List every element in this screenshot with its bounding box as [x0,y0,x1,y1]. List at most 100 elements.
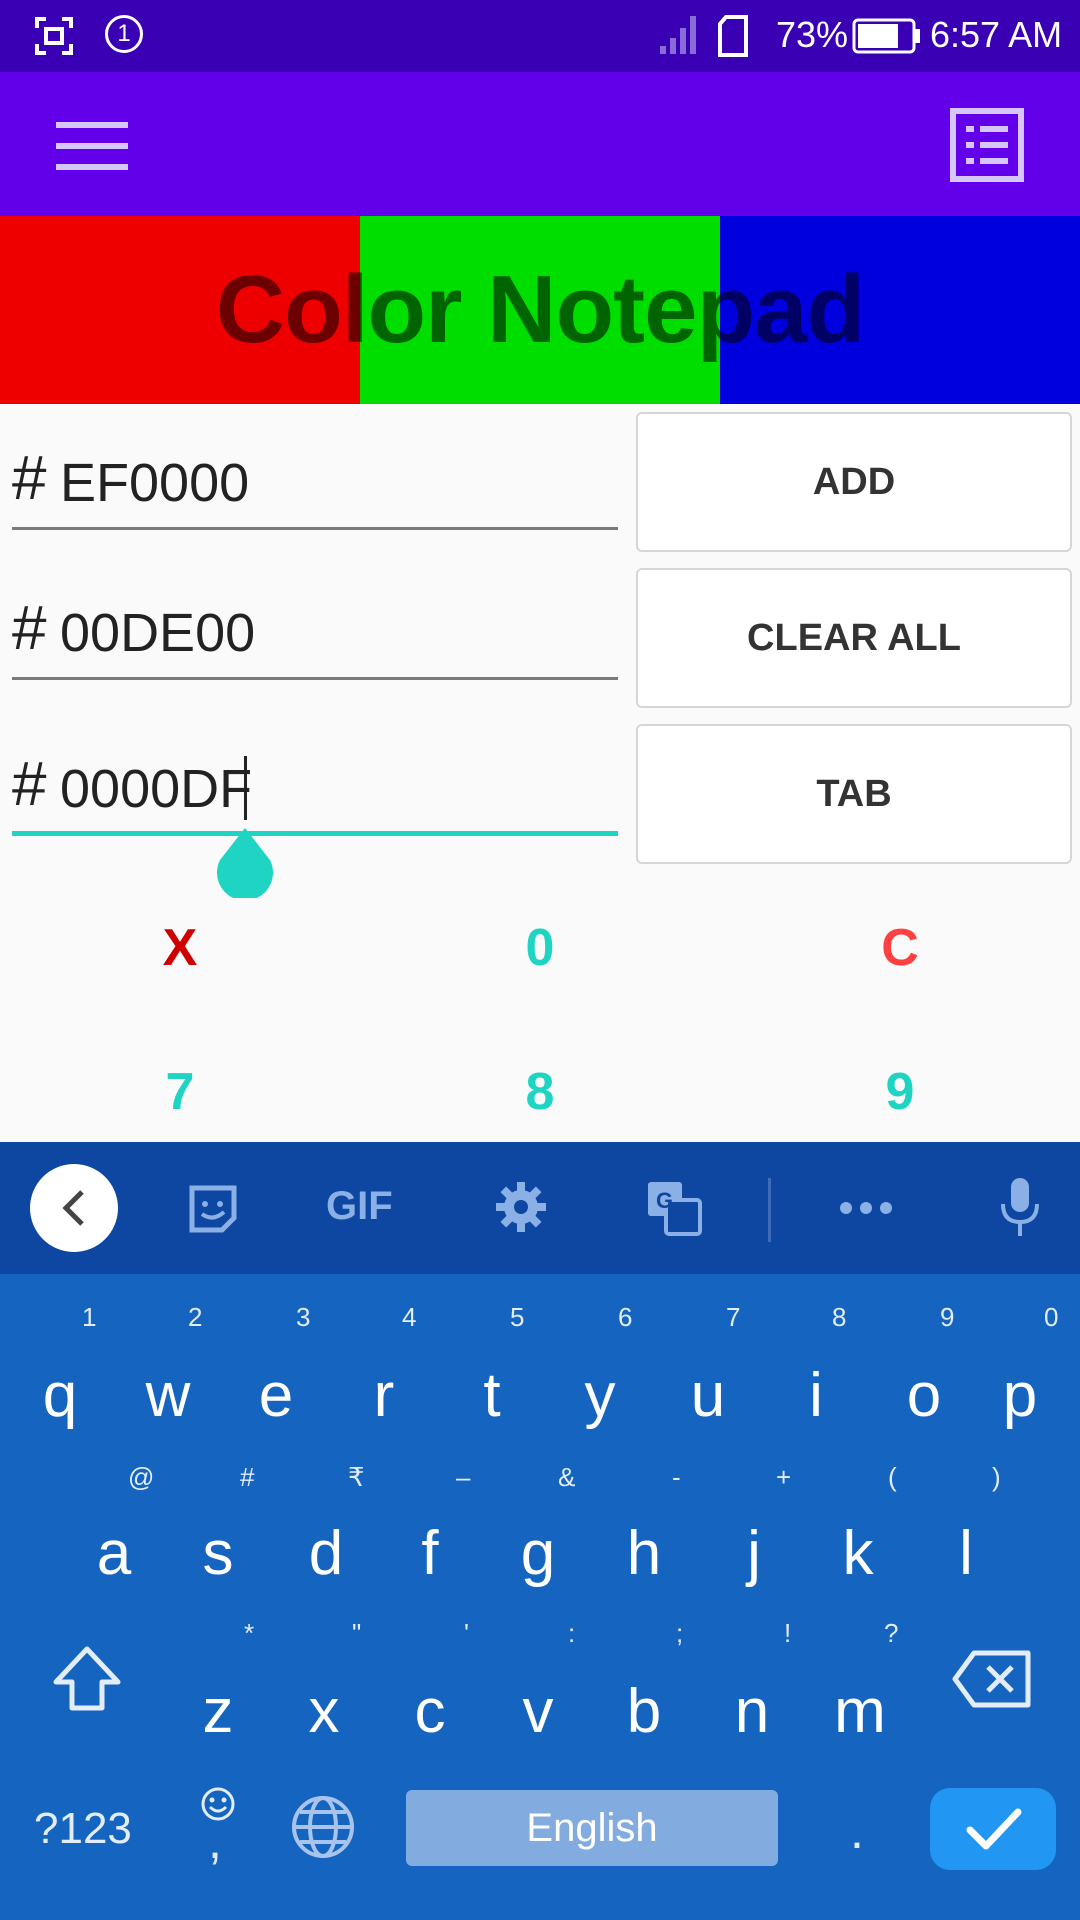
comma-key[interactable]: , [208,1812,222,1870]
key-b[interactable]: b [590,1676,698,1747]
key-h[interactable]: h [590,1518,698,1589]
key-u[interactable]: u [654,1360,762,1431]
hash-prefix: # [12,444,47,513]
red-hex-value: EF0000 [60,453,250,513]
key-k[interactable]: k [804,1518,912,1589]
battery-percent: 73% [776,14,849,55]
screenshot-icon [35,17,73,55]
key-i[interactable]: i [762,1360,870,1431]
translate-icon[interactable]: G [646,1180,702,1236]
spacebar[interactable]: English [406,1790,778,1866]
keypad-0-button[interactable]: 0 [360,918,720,978]
app-title: Color Notepad [215,256,865,363]
key-j[interactable]: j [700,1518,808,1589]
hint-2: 2 [188,1302,203,1332]
hint-question: ? [884,1618,899,1648]
hint-7: 7 [726,1302,741,1332]
key-n[interactable]: n [698,1676,806,1747]
tab-button[interactable]: TAB [636,724,1072,864]
keypad-x-button[interactable]: X [0,918,360,978]
toolbar-divider [768,1178,771,1242]
hash-prefix: # [12,594,47,663]
shift-key-icon[interactable] [50,1644,124,1714]
blue-hex-field[interactable]: # 0000DF [12,746,618,836]
hint-asterisk: * [244,1618,255,1648]
enter-button[interactable] [930,1788,1056,1870]
red-hex-field[interactable]: # EF0000 [12,440,618,530]
period-key[interactable]: . [850,1802,864,1860]
green-hex-field[interactable]: # 00DE00 [12,590,618,680]
key-r[interactable]: r [330,1360,438,1431]
hamburger-menu-icon[interactable] [54,120,130,172]
checkmark-icon [966,1808,1022,1850]
key-e[interactable]: e [222,1360,330,1431]
hint-rupee: ₹ [348,1462,365,1492]
key-f[interactable]: f [376,1518,484,1589]
hint-at: @ [128,1462,155,1492]
hint-exclamation: ! [784,1618,792,1648]
hint-9: 9 [940,1302,955,1332]
hint-ampersand: & [558,1462,576,1492]
settings-gear-icon[interactable] [494,1180,548,1234]
keyboard-toolbar: GIF G [0,1142,1080,1274]
hint-dash: – [456,1462,471,1492]
collapse-toolbar-button[interactable] [30,1164,118,1252]
key-m[interactable]: m [806,1676,914,1747]
notification-badge-icon: 1 [105,15,143,53]
hint-close-paren: ) [992,1462,1001,1492]
field-underline [12,527,618,530]
battery-icon [852,18,920,54]
hint-hyphen: - [672,1462,681,1492]
hint-5: 5 [510,1302,525,1332]
text-cursor [244,756,247,820]
list-view-icon[interactable] [950,108,1024,182]
key-c[interactable]: c [376,1676,484,1747]
hint-6: 6 [618,1302,633,1332]
more-options-icon[interactable] [838,1200,894,1216]
color-banner: Color Notepad [0,216,1080,404]
hint-hash: # [240,1462,255,1492]
key-x[interactable]: x [270,1676,378,1747]
backspace-icon[interactable] [952,1650,1032,1708]
clear-all-button[interactable]: CLEAR ALL [636,568,1072,708]
sim-card-icon [718,15,748,57]
svg-text:G: G [656,1188,673,1213]
app-bar [0,72,1080,216]
hint-open-paren: ( [888,1462,897,1492]
key-s[interactable]: s [164,1518,272,1589]
chevron-left-icon [62,1190,84,1226]
key-t[interactable]: t [438,1360,546,1431]
hint-double-quote: " [352,1618,362,1648]
key-q[interactable]: q [6,1360,114,1431]
hint-0: 0 [1044,1302,1059,1332]
key-p[interactable]: p [966,1360,1074,1431]
green-hex-value: 00DE00 [60,603,256,663]
key-d[interactable]: d [272,1518,380,1589]
keypad-9-button[interactable]: 9 [720,1062,1080,1122]
blue-hex-value: 0000DF [60,759,253,819]
keypad-c-button[interactable]: C [720,918,1080,978]
gif-button[interactable]: GIF [326,1184,393,1229]
hint-semicolon: ; [676,1618,684,1648]
add-button[interactable]: ADD [636,412,1072,552]
key-z[interactable]: z [164,1676,272,1747]
hash-prefix: # [12,750,47,819]
key-a[interactable]: a [60,1518,168,1589]
key-o[interactable]: o [870,1360,978,1431]
hint-colon: : [568,1618,576,1648]
key-g[interactable]: g [484,1518,592,1589]
hint-plus: + [776,1462,792,1492]
keypad-7-button[interactable]: 7 [0,1062,360,1122]
symbols-key[interactable]: ?123 [34,1804,132,1854]
globe-icon[interactable] [290,1794,356,1860]
key-w[interactable]: w [114,1360,222,1431]
keyboard: q w e r t y u i o p 1 2 3 4 5 6 7 8 9 0 … [0,1274,1080,1920]
key-l[interactable]: l [912,1518,1020,1589]
key-y[interactable]: y [546,1360,654,1431]
key-v[interactable]: v [484,1676,592,1747]
microphone-icon[interactable] [998,1176,1042,1238]
cursor-handle-icon[interactable] [214,826,276,898]
status-bar: 1 73% 6:57 AM [0,0,1080,72]
keypad-8-button[interactable]: 8 [360,1062,720,1122]
sticker-icon[interactable] [186,1182,240,1236]
